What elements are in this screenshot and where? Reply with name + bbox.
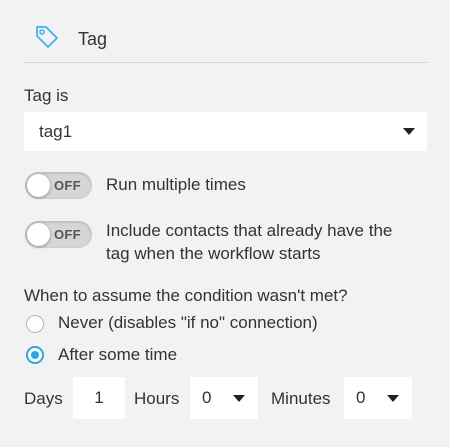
toggle-state-text: OFF [54,227,81,242]
toggle-knob [27,223,50,246]
chevron-down-icon [387,395,399,402]
include-contacts-label-line2: tag when the workflow starts [106,244,321,263]
hours-select-value: 0 [202,388,212,407]
tag-select[interactable]: tag1 [24,112,427,151]
hours-select[interactable]: 0 [190,377,258,419]
toggle-state-text: OFF [54,178,81,193]
header-title: Tag [78,29,108,49]
never-radio[interactable] [26,315,44,333]
minutes-select-value: 0 [356,388,366,407]
days-input-value: 1 [94,388,104,407]
chevron-down-icon [233,395,245,402]
tag-select-value: tag1 [39,121,73,141]
hours-label: Hours [134,389,180,408]
days-input[interactable]: 1 [73,377,125,419]
after-some-time-radio[interactable] [26,346,44,364]
condition-question: When to assume the condition wasn't met? [24,286,348,305]
toggle-knob [27,174,50,197]
run-multiple-times-label: Run multiple times [106,175,246,194]
tag-field-label: Tag is [24,86,69,105]
step-header: Tag [24,20,428,63]
never-radio-label[interactable]: Never (disables "if no" connection) [58,313,318,333]
include-contacts-label-line1: Include contacts that already have the [106,221,393,240]
tag-icon [36,26,58,48]
radio-selected-dot [31,351,39,359]
after-some-time-radio-label[interactable]: After some time [58,345,177,365]
run-multiple-times-toggle[interactable]: OFF [25,172,92,199]
days-label: Days [24,389,63,408]
minutes-label: Minutes [271,389,331,408]
chevron-down-icon [403,128,415,135]
minutes-select[interactable]: 0 [344,377,412,419]
include-contacts-toggle[interactable]: OFF [25,221,92,248]
